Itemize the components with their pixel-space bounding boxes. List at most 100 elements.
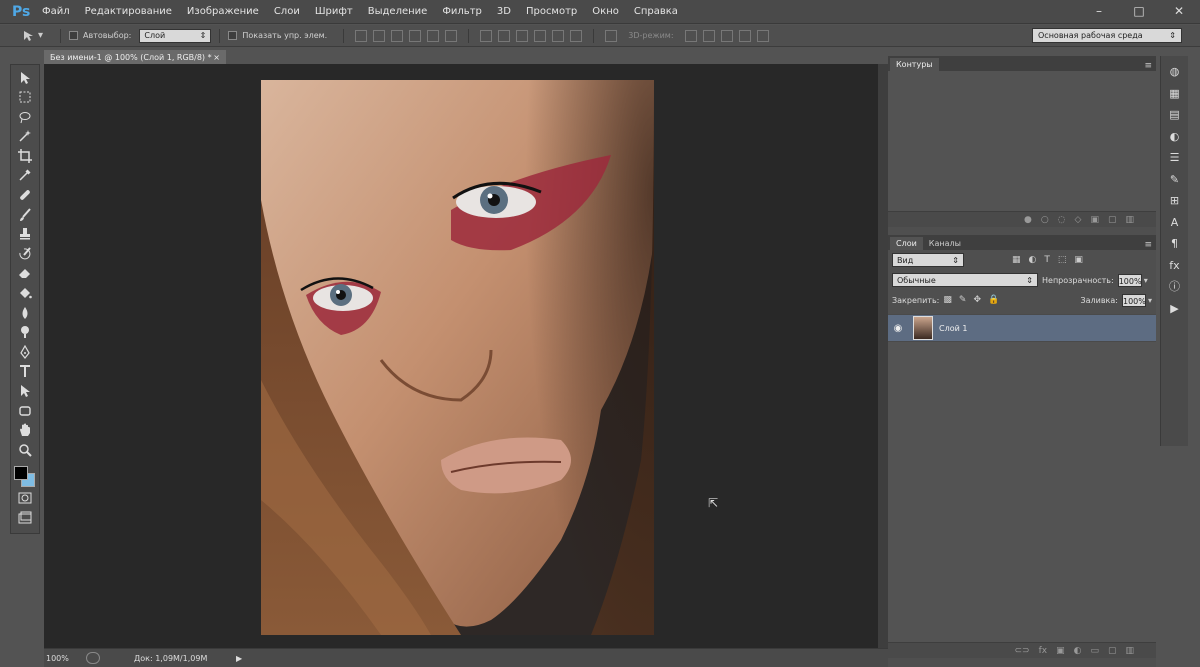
path-selection-icon[interactable]: [16, 383, 34, 400]
load-selection-icon[interactable]: ◌: [1058, 215, 1066, 225]
lock-transparent-icon[interactable]: ▩: [943, 295, 952, 305]
adjustments-panel-icon[interactable]: ◐: [1167, 129, 1183, 145]
layer-name[interactable]: Слой 1: [939, 324, 967, 333]
canvas-image[interactable]: [261, 80, 654, 635]
3d-slide-icon[interactable]: [738, 29, 751, 42]
layer-row[interactable]: ◉ Слой 1: [888, 314, 1156, 342]
align-right-icon[interactable]: [445, 29, 458, 42]
styles-fx-icon[interactable]: fx: [1167, 258, 1183, 274]
quick-mask-icon[interactable]: [16, 490, 34, 507]
align-left-icon[interactable]: [409, 29, 422, 42]
lasso-tool-icon[interactable]: [16, 108, 34, 125]
swatches-panel-icon[interactable]: ▦: [1167, 86, 1183, 102]
hand-tool-icon[interactable]: [16, 422, 34, 439]
menu-help[interactable]: Справка: [634, 6, 678, 17]
align-vcenter-icon[interactable]: [373, 29, 386, 42]
healing-brush-icon[interactable]: [16, 187, 34, 204]
menu-3d[interactable]: 3D: [497, 6, 511, 17]
3d-rotate-icon[interactable]: [684, 29, 697, 42]
autoselect-dropdown[interactable]: Слой ⇕: [139, 28, 212, 43]
add-mask-icon[interactable]: ▣: [1090, 215, 1099, 225]
shape-tool-icon[interactable]: [16, 402, 34, 419]
new-path-icon[interactable]: ▢: [1108, 215, 1117, 225]
menu-select[interactable]: Выделение: [368, 6, 428, 17]
link-layers-icon[interactable]: ⊂⊃: [1014, 646, 1029, 656]
distribute-hcenter-icon[interactable]: [552, 29, 565, 42]
color-swatches[interactable]: [12, 464, 38, 487]
fill-dropdown-icon[interactable]: ▾: [1148, 296, 1152, 305]
add-layer-mask-icon[interactable]: ▣: [1056, 646, 1065, 656]
close-tab-icon[interactable]: ×: [213, 53, 220, 62]
distribute-left-icon[interactable]: [534, 29, 547, 42]
workspace-dropdown[interactable]: Основная рабочая среда ⇕: [1032, 28, 1182, 43]
zoom-level[interactable]: 100%: [46, 654, 86, 663]
distribute-top-icon[interactable]: [480, 29, 493, 42]
maximize-button[interactable]: □: [1126, 3, 1152, 19]
align-bottom-icon[interactable]: [391, 29, 404, 42]
eraser-tool-icon[interactable]: [16, 265, 34, 282]
paragraph-panel-icon[interactable]: ¶: [1167, 236, 1183, 252]
3d-scale-icon[interactable]: [756, 29, 769, 42]
menu-image[interactable]: Изображение: [187, 6, 259, 17]
filter-type-icon[interactable]: T: [1044, 255, 1050, 265]
filter-pixel-icon[interactable]: ▦: [1012, 255, 1021, 265]
brush-tool-icon[interactable]: [16, 206, 34, 223]
new-layer-icon[interactable]: ▢: [1108, 646, 1117, 656]
close-button[interactable]: ✕: [1166, 3, 1192, 19]
character-panel-icon[interactable]: A: [1167, 215, 1183, 231]
distribute-right-icon[interactable]: [570, 29, 583, 42]
menu-file[interactable]: Файл: [42, 6, 70, 17]
lock-pixels-icon[interactable]: ✎: [959, 295, 967, 305]
eyedropper-icon[interactable]: [16, 167, 34, 184]
stroke-path-icon[interactable]: ○: [1041, 215, 1049, 225]
blur-tool-icon[interactable]: [16, 304, 34, 321]
blend-mode-dropdown[interactable]: Обычные ⇕: [892, 273, 1038, 287]
menu-type[interactable]: Шрифт: [315, 6, 353, 17]
brush-panel-icon[interactable]: ✎: [1167, 172, 1183, 188]
actions-play-icon[interactable]: ▶: [1167, 301, 1183, 317]
delete-path-icon[interactable]: ▥: [1125, 215, 1134, 225]
marquee-tool-icon[interactable]: [16, 89, 34, 106]
menu-window[interactable]: Окно: [592, 6, 619, 17]
fill-path-icon[interactable]: ●: [1024, 215, 1032, 225]
stamp-tool-icon[interactable]: [16, 226, 34, 243]
adjustment-layer-icon[interactable]: ◐: [1074, 646, 1082, 656]
tab-paths[interactable]: Контуры: [890, 58, 939, 71]
status-menu-arrow-icon[interactable]: ▶: [236, 654, 242, 663]
panel-menu-icon[interactable]: ≡: [1144, 61, 1152, 71]
3d-roll-icon[interactable]: [702, 29, 715, 42]
color-panel-icon[interactable]: ◍: [1167, 64, 1183, 80]
3d-drag-icon[interactable]: [720, 29, 733, 42]
paint-bucket-icon[interactable]: [16, 285, 34, 302]
lock-position-icon[interactable]: ✥: [973, 295, 981, 305]
zoom-tool-icon[interactable]: [16, 441, 34, 458]
distribute-vcenter-icon[interactable]: [498, 29, 511, 42]
opacity-dropdown-icon[interactable]: ▾: [1144, 276, 1148, 285]
type-tool-icon[interactable]: [16, 363, 34, 380]
properties-panel-icon[interactable]: ☰: [1167, 150, 1183, 166]
make-path-icon[interactable]: ◇: [1075, 215, 1082, 225]
menu-filter[interactable]: Фильтр: [442, 6, 482, 17]
tool-preset-picker[interactable]: ▾: [22, 28, 52, 44]
fill-input[interactable]: 100%: [1121, 293, 1146, 307]
menu-layers[interactable]: Слои: [274, 6, 300, 17]
menu-edit[interactable]: Редактирование: [85, 6, 172, 17]
info-panel-icon[interactable]: ⓘ: [1167, 279, 1183, 295]
minimize-button[interactable]: –: [1086, 3, 1112, 19]
history-brush-icon[interactable]: [16, 245, 34, 262]
distribute-bottom-icon[interactable]: [516, 29, 529, 42]
vertical-scrollbar[interactable]: [878, 64, 888, 648]
layer-style-icon[interactable]: fx: [1039, 646, 1048, 656]
menu-view[interactable]: Просмотр: [526, 6, 577, 17]
autoselect-checkbox[interactable]: [69, 31, 78, 40]
new-group-icon[interactable]: ▭: [1090, 646, 1099, 656]
tab-channels[interactable]: Каналы: [923, 237, 967, 250]
filter-shape-icon[interactable]: ⬚: [1058, 255, 1067, 265]
dodge-tool-icon[interactable]: [16, 324, 34, 341]
magic-wand-icon[interactable]: [16, 128, 34, 145]
align-top-icon[interactable]: [355, 29, 368, 42]
filter-kind-dropdown[interactable]: Вид ⇕: [892, 253, 964, 267]
tab-layers[interactable]: Слои: [890, 237, 923, 250]
styles-panel-icon[interactable]: ▤: [1167, 107, 1183, 123]
move-tool-icon[interactable]: [16, 69, 34, 86]
